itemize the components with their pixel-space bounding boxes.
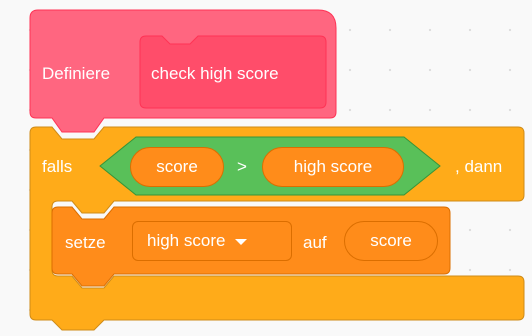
high-score-reporter[interactable]: high score [262,147,404,187]
score-reporter-value[interactable]: score [344,221,438,261]
define-keyword: Definiere [42,64,111,83]
variable-dropdown[interactable]: high score [132,221,292,261]
variable-dropdown-label: high score [147,231,226,250]
then-keyword: , dann [455,157,503,176]
score-value-label: score [370,231,412,250]
high-score-reporter-label: high score [293,157,373,176]
set-keyword: setze [65,233,106,252]
score-reporter-left[interactable]: score [130,147,224,187]
caret-down-icon [235,239,248,245]
score-reporter-label: score [156,157,198,176]
if-keyword: falls [42,157,73,176]
to-keyword: auf [303,233,327,252]
custom-block-name: check high score [151,64,279,83]
greater-than-operator: > [237,157,247,176]
